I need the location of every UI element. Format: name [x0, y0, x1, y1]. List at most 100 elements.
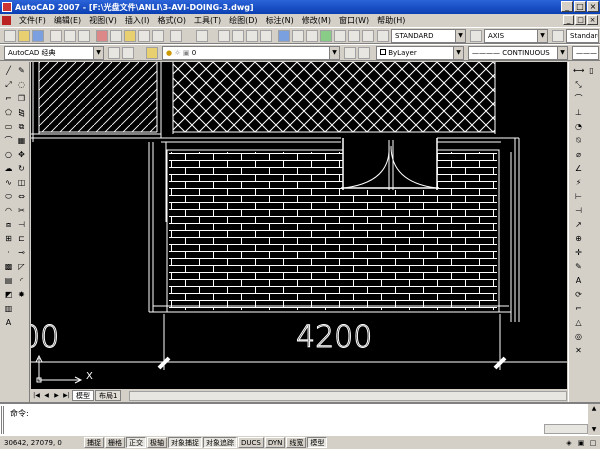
polygon-icon[interactable]: ⬠: [3, 107, 14, 118]
make-block-icon[interactable]: ⊞: [3, 233, 14, 244]
dim-edit-icon[interactable]: ✎: [573, 261, 584, 272]
autocad-app-icon[interactable]: [2, 2, 12, 12]
ortho-button[interactable]: 正交: [126, 437, 146, 448]
paste-icon[interactable]: [124, 30, 136, 42]
center-mark-icon[interactable]: ✛: [573, 247, 584, 258]
osnap-endpoint-icon[interactable]: ⌐: [573, 303, 584, 314]
scale-icon[interactable]: ◫: [16, 177, 27, 188]
command-window[interactable]: 命令: ▲ ▼: [0, 402, 600, 435]
minimize-button[interactable]: _: [561, 1, 573, 12]
make-current-layer-icon[interactable]: [344, 47, 356, 59]
diameter-dim-icon[interactable]: ⌀: [573, 149, 584, 160]
command-window-grip[interactable]: [1, 406, 4, 434]
polyline-icon[interactable]: ⌐: [3, 93, 14, 104]
color-select[interactable]: ByLayer ▼: [376, 46, 464, 60]
tab-nav-prev-button[interactable]: ◀: [42, 391, 51, 400]
chevron-down-icon[interactable]: ▼: [453, 47, 463, 59]
extend-icon[interactable]: ⊣: [16, 219, 27, 230]
multiline-text-icon[interactable]: A: [3, 317, 14, 328]
dim-style-select[interactable]: AXIS ▼: [484, 29, 548, 43]
chevron-down-icon[interactable]: ▼: [329, 47, 339, 59]
hatch-icon[interactable]: ▩: [3, 261, 14, 272]
doc-restore-button[interactable]: □: [575, 15, 586, 25]
osnap-midpoint-icon[interactable]: △: [573, 317, 584, 328]
coordinate-readout[interactable]: 30642, 27079, 0: [0, 439, 84, 447]
menu-view[interactable]: 视图(V): [85, 15, 121, 26]
text-style-select[interactable]: STANDARD ▼: [391, 29, 466, 43]
menu-format[interactable]: 格式(O): [153, 15, 190, 26]
text-style-icon[interactable]: [377, 30, 389, 42]
dyn-button[interactable]: DYN: [264, 437, 286, 448]
ellipse-arc-icon[interactable]: ◠: [3, 205, 14, 216]
stretch-icon[interactable]: ⇔: [16, 191, 27, 202]
print-preview-icon[interactable]: [64, 30, 76, 42]
layer-select[interactable]: ● ☼ ▣ 0 ▼: [162, 46, 340, 60]
new-file-icon[interactable]: [4, 30, 16, 42]
properties-icon[interactable]: [278, 30, 290, 42]
ducs-button[interactable]: DUCS: [238, 437, 264, 448]
open-file-icon[interactable]: [18, 30, 30, 42]
table-style-select[interactable]: Standard: [566, 29, 599, 43]
doc-close-button[interactable]: ×: [587, 15, 598, 25]
calculator-icon[interactable]: [348, 30, 360, 42]
gradient-icon[interactable]: ▤: [3, 275, 14, 286]
break-icon[interactable]: ⊏: [16, 233, 27, 244]
tab-nav-next-button[interactable]: ▶: [52, 391, 61, 400]
grid-button[interactable]: 栅格: [105, 437, 125, 448]
copy-object-icon[interactable]: ❐: [16, 93, 27, 104]
baseline-dim-icon[interactable]: ⊢: [573, 191, 584, 202]
help-icon[interactable]: [362, 30, 374, 42]
menu-insert[interactable]: 插入(I): [121, 15, 154, 26]
spline-icon[interactable]: ∿: [3, 177, 14, 188]
properties-panel-icon[interactable]: ▯: [586, 65, 597, 76]
fillet-icon[interactable]: ◜: [16, 275, 27, 286]
move-icon[interactable]: ✥: [16, 149, 27, 160]
array-icon[interactable]: ▦: [16, 135, 27, 146]
layer-previous-icon[interactable]: [358, 47, 370, 59]
save-icon[interactable]: [32, 30, 44, 42]
dim-text-edit-icon[interactable]: A: [573, 275, 584, 286]
arc-length-icon[interactable]: ⌒: [573, 93, 584, 104]
snap-button[interactable]: 捕捉: [84, 437, 104, 448]
workspace-select[interactable]: AutoCAD 经典 ▼: [4, 46, 104, 60]
document-icon[interactable]: [2, 16, 11, 25]
menu-file[interactable]: 文件(F): [15, 15, 50, 26]
pan-icon[interactable]: [218, 30, 230, 42]
line-icon[interactable]: ╱: [3, 65, 14, 76]
redo-icon[interactable]: [196, 30, 208, 42]
tool-palettes-icon[interactable]: [306, 30, 318, 42]
layer-manager-icon[interactable]: [146, 47, 158, 59]
quick-leader-icon[interactable]: ↗: [573, 219, 584, 230]
osnap-intersection-icon[interactable]: ✕: [573, 345, 584, 356]
horizontal-scrollbar[interactable]: [129, 390, 567, 401]
chevron-down-icon[interactable]: ▼: [557, 47, 567, 59]
quick-dim-icon[interactable]: ⚡: [573, 177, 584, 188]
insert-block-icon[interactable]: ⧈: [3, 219, 14, 230]
model-button[interactable]: 模型: [307, 437, 328, 448]
lineweight-button[interactable]: 线宽: [286, 437, 307, 448]
workspace-save-icon[interactable]: [122, 47, 134, 59]
join-icon[interactable]: ⊸: [16, 247, 27, 258]
mirror-icon[interactable]: ⧎: [16, 107, 27, 118]
pencil-icon[interactable]: ✎: [16, 65, 27, 76]
offset-icon[interactable]: ⧉: [16, 121, 27, 132]
design-center-icon[interactable]: [292, 30, 304, 42]
menu-draw[interactable]: 绘图(D): [225, 15, 261, 26]
chevron-down-icon[interactable]: ▼: [537, 30, 547, 42]
chevron-down-icon[interactable]: ▼: [93, 47, 103, 59]
continue-dim-icon[interactable]: ⊣: [573, 205, 584, 216]
osnap-center-icon[interactable]: ◎: [573, 331, 584, 342]
command-scrollbar[interactable]: [544, 424, 588, 434]
aligned-dim-icon[interactable]: ⤡: [573, 79, 584, 90]
menu-tools[interactable]: 工具(T): [190, 15, 225, 26]
lineweight-select[interactable]: ———: [572, 46, 599, 60]
menu-modify[interactable]: 修改(M): [298, 15, 335, 26]
linetype-select[interactable]: ———— CONTINUOUS ▼: [468, 46, 568, 60]
tolerance-icon[interactable]: ⊕: [573, 233, 584, 244]
clean-screen-icon[interactable]: □: [588, 438, 598, 448]
tab-model[interactable]: 模型: [72, 390, 94, 401]
block-editor-icon[interactable]: [152, 30, 164, 42]
revision-cloud-icon[interactable]: ☁: [3, 163, 14, 174]
lock-toolbar-icon[interactable]: ▣: [576, 438, 586, 448]
tab-layout1[interactable]: 布局1: [95, 390, 122, 401]
